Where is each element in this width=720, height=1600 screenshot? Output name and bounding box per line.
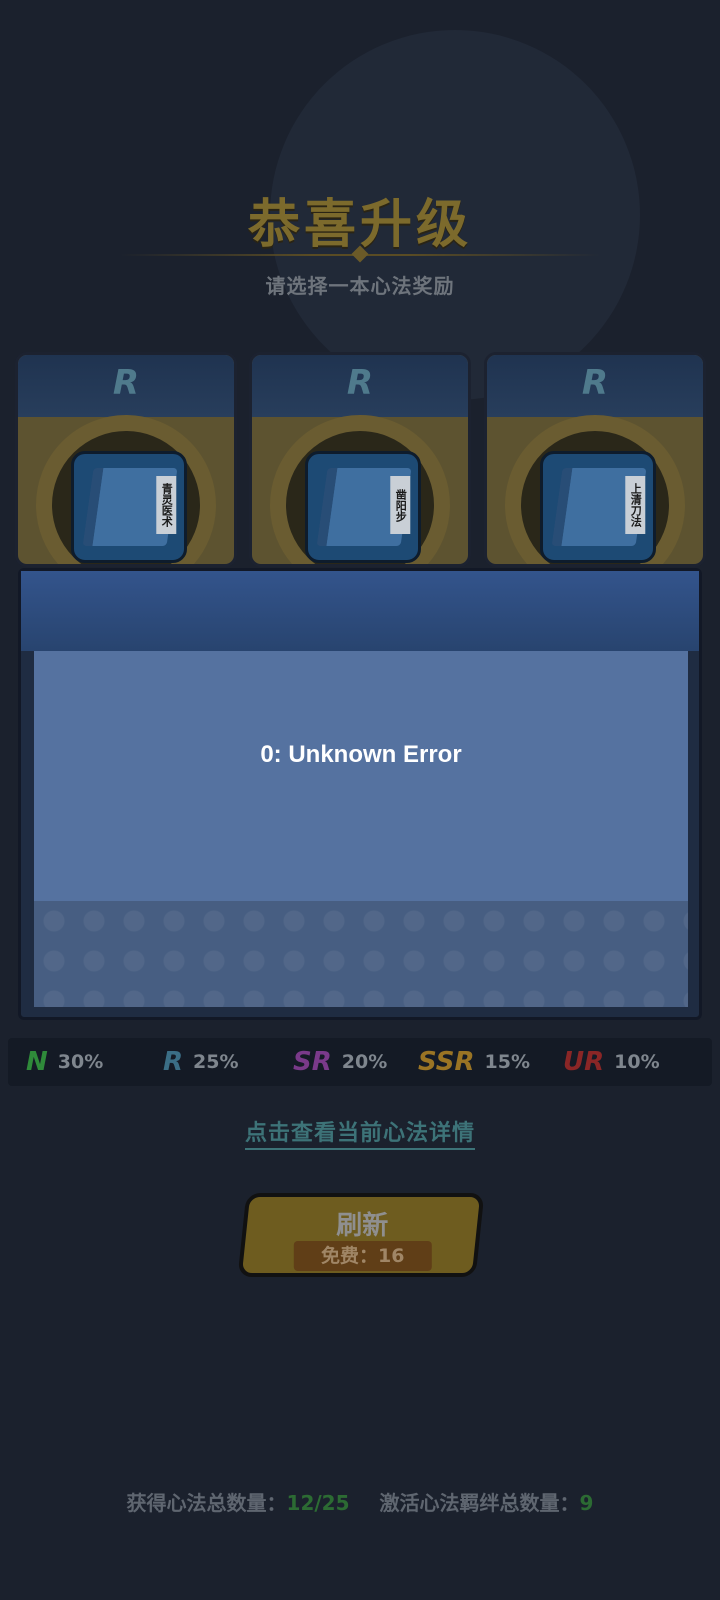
collected-value: 12/25 (286, 1491, 350, 1515)
rate-value: 15% (484, 1051, 531, 1073)
sr-badge-icon: SR (293, 1047, 332, 1077)
book-icon: 凿阳步 (305, 451, 421, 563)
refresh-button[interactable]: 刷新 免费：16 (237, 1193, 485, 1277)
rarity-rates: N 30% R 25% SR 20% SSR 15% UR 10% (8, 1038, 712, 1086)
rate-ssr: SSR 15% (418, 1038, 530, 1086)
refresh-free-count: 免费：16 (293, 1241, 432, 1271)
book-icon: 青灵医术 (71, 451, 187, 563)
book-icon: 上清刀法 (540, 451, 656, 563)
activated-label: 激活心法羁绊总数量： (379, 1491, 580, 1515)
reward-card-1[interactable]: R 青灵医术 (15, 352, 237, 567)
dialog-body: 0: Unknown Error (34, 651, 688, 901)
rarity-badge: R (581, 363, 609, 403)
dialog-header (21, 571, 699, 651)
n-badge-icon: N (26, 1047, 48, 1077)
book-title: 上清刀法 (625, 476, 646, 534)
page-subtitle: 请选择一本心法奖励 (265, 274, 455, 298)
detail-link[interactable]: 点击查看当前心法详情 (0, 1115, 720, 1150)
error-dialog[interactable]: 0: Unknown Error (18, 568, 702, 1020)
rate-value: 10% (614, 1051, 660, 1073)
collection-stats: 获得心法总数量：12/25 激活心法羁绊总数量：9 (0, 1487, 720, 1516)
rarity-badge: R (346, 363, 374, 403)
refresh-label: 刷新 (336, 1211, 389, 1241)
rate-value: 25% (193, 1051, 239, 1073)
reward-card-2[interactable]: R 凿阳步 (249, 352, 471, 567)
ur-badge-icon: UR (563, 1047, 605, 1077)
book-title: 凿阳步 (390, 476, 411, 534)
dialog-footer (34, 901, 688, 1007)
rate-n: N 30% (26, 1038, 103, 1086)
book-title: 青灵医术 (156, 476, 177, 534)
rate-ur: UR 10% (563, 1038, 660, 1086)
ssr-badge-icon: SSR (418, 1047, 475, 1077)
collected-label: 获得心法总数量： (126, 1491, 287, 1515)
rate-r: R 25% (163, 1038, 239, 1086)
rate-value: 30% (57, 1051, 104, 1073)
error-message: 0: Unknown Error (260, 741, 462, 768)
detail-link-text[interactable]: 点击查看当前心法详情 (244, 1121, 475, 1150)
rate-sr: SR 20% (293, 1038, 387, 1086)
rarity-badge: R (112, 363, 140, 403)
reward-card-3[interactable]: R 上清刀法 (484, 352, 706, 567)
activated-value: 9 (579, 1491, 594, 1515)
r-badge-icon: R (163, 1047, 184, 1077)
rate-value: 20% (341, 1051, 388, 1073)
